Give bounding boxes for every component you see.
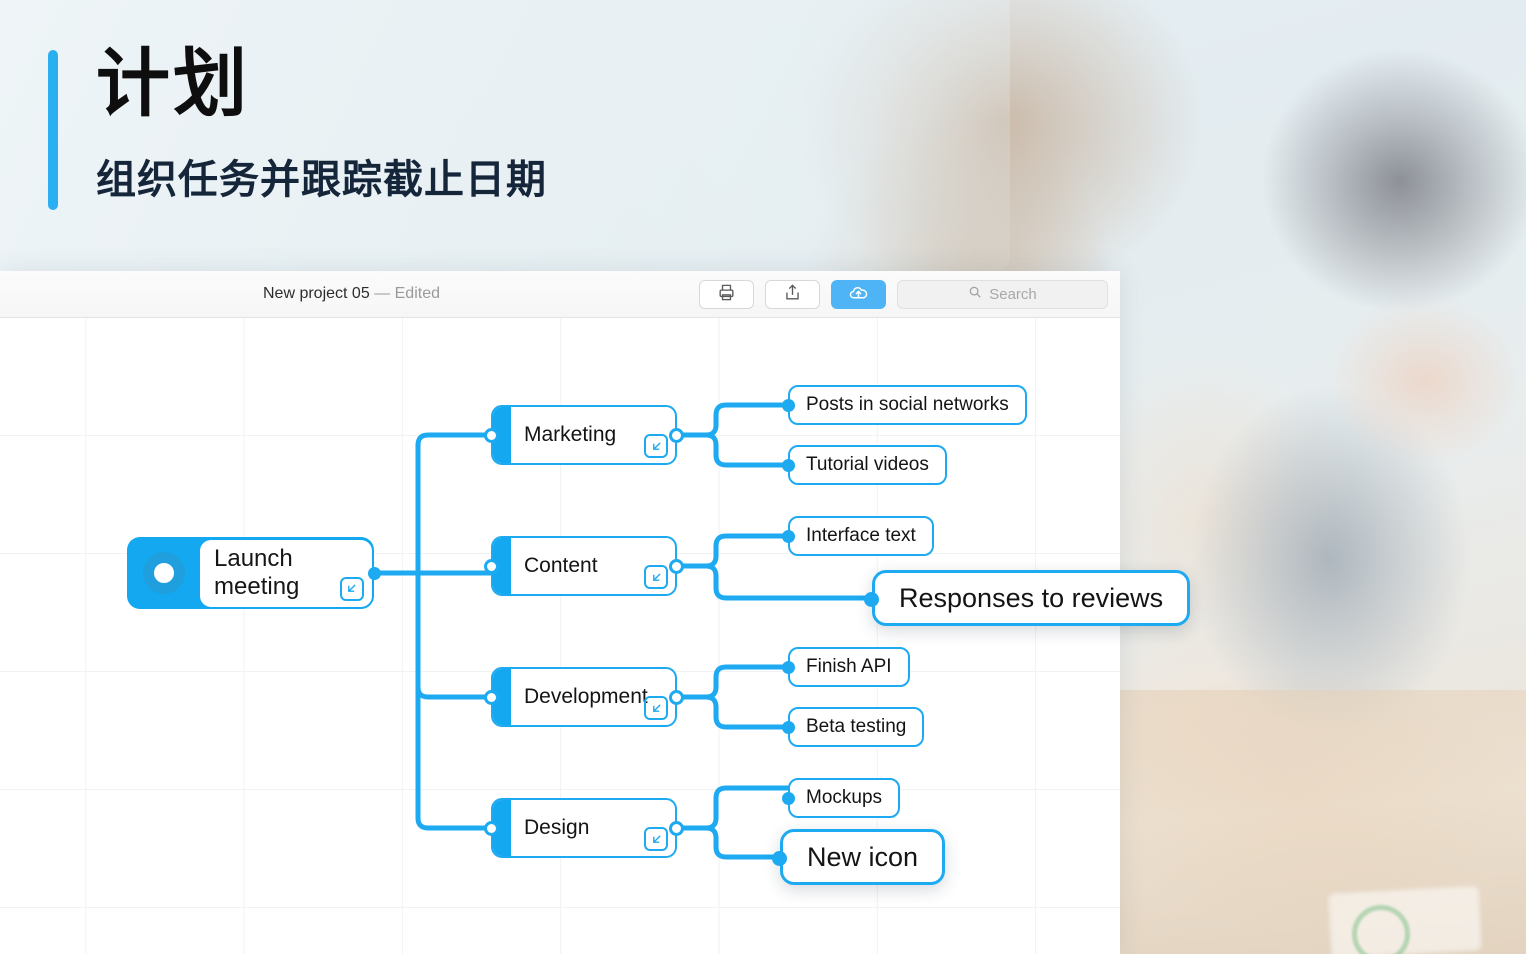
mindmap-leaf-node[interactable]: Posts in social networks <box>788 385 1027 425</box>
collapse-arrow-icon[interactable] <box>339 576 364 601</box>
mindmap-leaf-node[interactable]: Finish API <box>788 647 910 687</box>
screenshot-stage: 计划 组织任务并跟踪截止日期 New project 05 — Edited S… <box>0 0 1526 954</box>
branch-left-dot <box>484 559 499 574</box>
branch-left-dot <box>484 428 499 443</box>
leaf-connector-dot <box>782 459 795 472</box>
leaf-connector-dot <box>782 661 795 674</box>
leaf-connector-dot <box>782 399 795 412</box>
leaf-node-label: Tutorial videos <box>806 454 929 475</box>
progress-ring-icon <box>142 552 185 594</box>
mindmap-leaf-node[interactable]: Interface text <box>788 516 934 556</box>
leaf-node-label: Mockups <box>806 787 883 808</box>
leaf-connector-dot <box>772 851 787 866</box>
leaf-connector-dot <box>782 721 795 734</box>
branch-left-dot <box>484 821 499 836</box>
leaf-node-label: Finish API <box>806 656 892 677</box>
leaf-node-label: Responses to reviews <box>899 582 1164 613</box>
branch-node-label: Marketing <box>524 423 617 446</box>
collapse-arrow-icon[interactable] <box>644 434 668 458</box>
page-title: 计划 <box>96 42 250 125</box>
mindmap-root-node[interactable]: Launch meeting <box>127 537 374 609</box>
leaf-node-label: Interface text <box>806 525 916 546</box>
leaf-node-label: Beta testing <box>806 716 907 737</box>
branch-right-dot <box>669 428 684 443</box>
mindmap-leaf-node[interactable]: Mockups <box>788 778 901 818</box>
mindmap-leaf-node-selected[interactable]: New icon <box>780 829 946 885</box>
page-subtitle: 组织任务并跟踪截止日期 <box>96 158 547 202</box>
mindmap-connectors <box>371 402 875 860</box>
leaf-connector-dot <box>782 530 795 543</box>
leaf-connector-dot <box>782 792 795 805</box>
mindmap-branch-node-marketing[interactable]: Marketing <box>491 405 677 465</box>
leaf-node-label: New icon <box>807 841 919 872</box>
branch-left-dot <box>484 690 499 705</box>
branch-right-dot <box>669 821 684 836</box>
root-icon-pane <box>127 537 200 609</box>
root-connector-dot <box>368 567 381 580</box>
branch-node-label: Development <box>524 685 648 708</box>
branch-right-dot <box>669 690 684 705</box>
branch-right-dot <box>669 559 684 574</box>
banner-accent-bar <box>48 50 58 210</box>
header-banner: 计划 组织任务并跟踪截止日期 <box>0 0 1010 272</box>
leaf-node-label: Posts in social networks <box>806 394 1009 415</box>
mindmap-leaf-node[interactable]: Tutorial videos <box>788 445 947 485</box>
root-node-body: Launch meeting <box>200 539 372 607</box>
mindmap-branch-node-design[interactable]: Design <box>491 798 677 858</box>
collapse-arrow-icon[interactable] <box>644 696 668 720</box>
mindmap-branch-node-development[interactable]: Development <box>491 667 677 727</box>
collapse-arrow-icon[interactable] <box>644 827 668 851</box>
mindmap-leaf-node-selected[interactable]: Responses to reviews <box>872 570 1191 626</box>
mindmap-layer: Launch meeting Marketing Content Develop… <box>0 271 1526 954</box>
mindmap-branch-node-content[interactable]: Content <box>491 536 677 596</box>
branch-node-label: Content <box>524 554 598 577</box>
mindmap-leaf-node[interactable]: Beta testing <box>788 707 925 747</box>
collapse-arrow-icon[interactable] <box>644 565 668 589</box>
branch-node-label: Design <box>524 816 590 839</box>
leaf-connector-dot <box>864 592 879 607</box>
